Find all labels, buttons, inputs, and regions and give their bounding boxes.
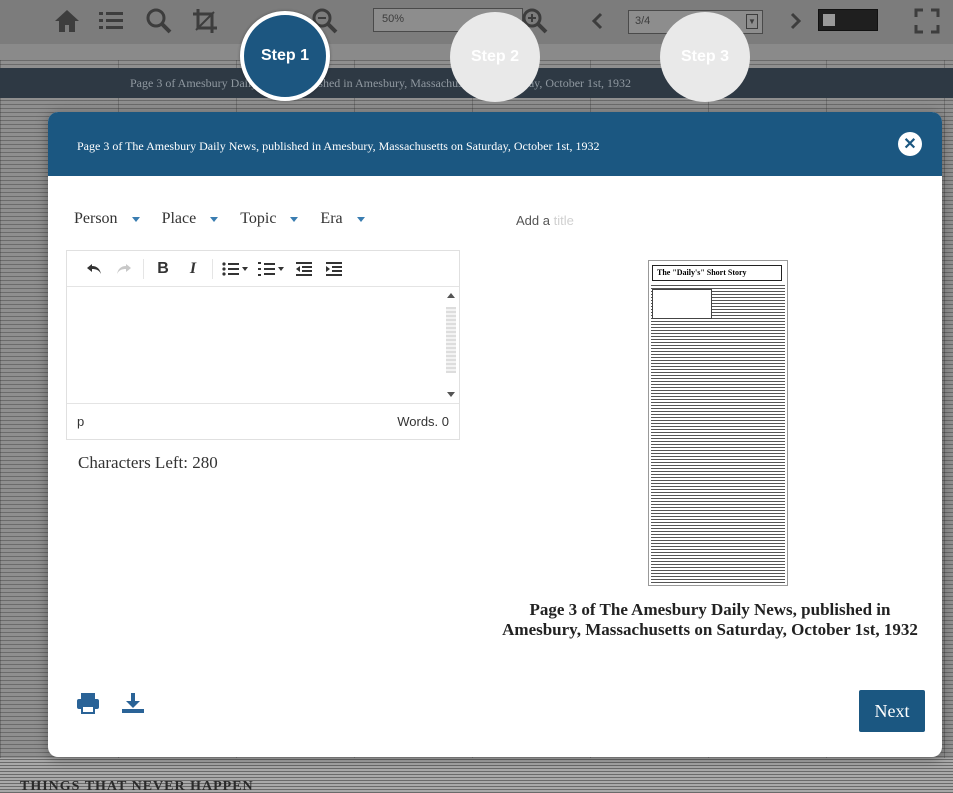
search-icon[interactable] <box>144 6 174 36</box>
close-icon[interactable]: ✕ <box>898 132 922 156</box>
rich-text-editor: B I p Words. 0 <box>66 250 460 440</box>
crop-icon[interactable] <box>190 6 220 36</box>
numbered-list-icon[interactable] <box>253 257 289 281</box>
tag-dropdowns: Person Place Topic Era <box>74 210 387 228</box>
preview-inset-box <box>652 289 712 319</box>
toolbar-divider <box>143 258 144 279</box>
bold-icon[interactable]: B <box>148 257 178 281</box>
chevron-left-icon[interactable] <box>583 6 613 36</box>
preview-caption: Page 3 of The Amesbury Daily News, publi… <box>502 600 918 639</box>
scrollbar-thumb[interactable] <box>446 307 456 373</box>
word-count: Words. 0 <box>397 414 449 429</box>
scroll-down-icon[interactable] <box>447 392 455 397</box>
caret-down-icon <box>131 216 140 222</box>
page-select-value: 3/4 <box>635 15 651 27</box>
place-dropdown-label: Place <box>161 210 197 227</box>
caret-down-icon <box>356 216 365 222</box>
list-icon[interactable] <box>96 6 126 36</box>
editor-scrollbar[interactable] <box>446 293 456 397</box>
print-icon[interactable] <box>76 692 100 716</box>
home-icon[interactable] <box>52 6 82 36</box>
era-dropdown[interactable]: Era <box>320 210 365 228</box>
caret-down-icon <box>290 216 299 222</box>
chevron-down-icon: ▼ <box>746 14 758 29</box>
modal-title: Page 3 of The Amesbury Daily News, publi… <box>77 139 600 153</box>
title-input-prefix: Add a <box>516 213 550 228</box>
preview-text-columns <box>651 285 785 583</box>
topic-dropdown-label: Topic <box>240 210 277 227</box>
display-toggle[interactable] <box>818 9 878 31</box>
toolbar-divider <box>212 258 213 279</box>
title-input-placeholder: title <box>553 213 574 228</box>
step-2-indicator: Step 2 <box>450 12 540 102</box>
fullscreen-icon[interactable] <box>912 6 942 36</box>
redo-icon[interactable] <box>109 257 139 281</box>
newspaper-bottom-headline: THINGS THAT NEVER HAPPEN <box>20 779 254 793</box>
download-icon[interactable] <box>121 692 145 716</box>
outdent-icon[interactable] <box>289 257 319 281</box>
clip-modal: Page 3 of The Amesbury Daily News, publi… <box>48 112 942 757</box>
editor-text-area[interactable] <box>67 287 459 403</box>
place-dropdown[interactable]: Place <box>162 210 219 228</box>
chevron-right-icon[interactable] <box>780 6 810 36</box>
italic-icon[interactable]: I <box>178 257 208 281</box>
person-dropdown-label: Person <box>74 210 118 227</box>
preview-headline: The "Daily's" Short Story <box>652 265 782 281</box>
indent-icon[interactable] <box>319 257 349 281</box>
person-dropdown[interactable]: Person <box>74 210 140 228</box>
caret-down-icon <box>210 216 219 222</box>
editor-toolbar: B I <box>67 251 459 287</box>
undo-icon[interactable] <box>79 257 109 281</box>
element-path: p <box>77 414 85 429</box>
step-1-indicator: Step 1 <box>240 11 330 101</box>
bullet-list-icon[interactable] <box>217 257 253 281</box>
era-dropdown-label: Era <box>320 210 343 227</box>
modal-header: Page 3 of The Amesbury Daily News, publi… <box>48 112 942 176</box>
clip-preview-image: The "Daily's" Short Story <box>648 260 788 586</box>
step-3-indicator: Step 3 <box>660 12 750 102</box>
topic-dropdown[interactable]: Topic <box>240 210 299 228</box>
toggle-knob <box>823 14 835 26</box>
editor-statusbar: p Words. 0 <box>67 403 459 439</box>
scroll-up-icon[interactable] <box>447 293 455 298</box>
next-button[interactable]: Next <box>859 690 925 732</box>
characters-left: Characters Left: 280 <box>78 453 218 472</box>
title-input[interactable]: Add a title <box>516 213 574 228</box>
